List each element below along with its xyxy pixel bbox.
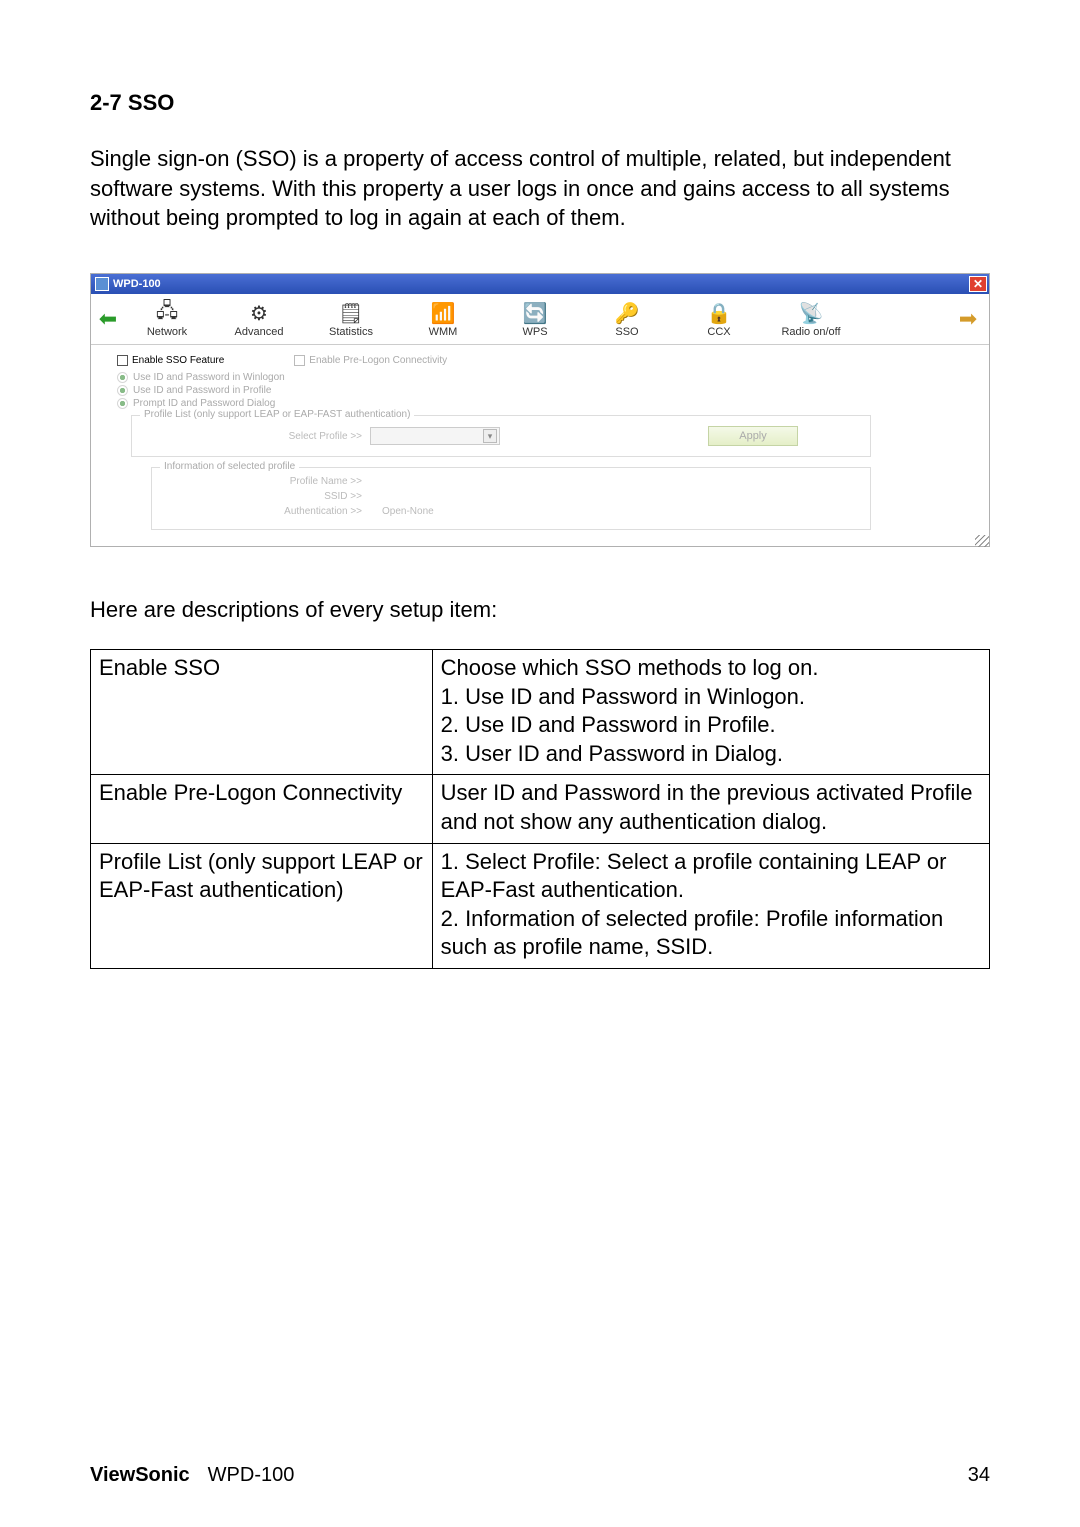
footer-model: WPD-100 — [208, 1464, 295, 1487]
table-cell: Profile List (only support LEAP or EAP-F… — [91, 843, 433, 968]
footer-brand: ViewSonic — [90, 1464, 190, 1487]
radio-icon — [117, 385, 128, 396]
radio-icon — [117, 398, 128, 409]
tab-label: Radio on/off — [781, 326, 840, 338]
tab-label: WPS — [522, 326, 547, 338]
apply-button[interactable]: Apply — [708, 426, 798, 446]
table-cell: 1. Select Profile: Select a profile cont… — [432, 843, 989, 968]
page-number: 34 — [968, 1464, 990, 1487]
advanced-icon: ⚙ — [245, 300, 273, 326]
statistics-icon: 🗒 — [337, 300, 365, 326]
info-fieldset: Information of selected profile Profile … — [151, 467, 871, 530]
auth-label: Authentication >> — [162, 506, 382, 517]
tab-sso[interactable]: 🔑 SSO — [581, 300, 673, 338]
radio-dialog[interactable]: Prompt ID and Password Dialog — [103, 398, 977, 409]
window-title: WPD-100 — [113, 278, 161, 290]
checkbox-label: Enable Pre-Logon Connectivity — [309, 355, 447, 366]
table-cell: Enable Pre-Logon Connectivity — [91, 775, 433, 843]
enable-sso-checkbox[interactable]: Enable SSO Feature — [117, 355, 224, 366]
enable-prelogon-checkbox[interactable]: Enable Pre-Logon Connectivity — [294, 355, 447, 366]
checkbox-icon — [117, 355, 128, 366]
radio-winlogon[interactable]: Use ID and Password in Winlogon — [103, 372, 977, 383]
network-icon: 🖧 — [153, 300, 181, 326]
fieldset-legend: Profile List (only support LEAP or EAP-F… — [140, 409, 414, 420]
radio-profile[interactable]: Use ID and Password in Profile — [103, 385, 977, 396]
checkbox-icon — [294, 355, 305, 366]
tab-ccx[interactable]: 🔒 CCX — [673, 300, 765, 338]
table-cell: Choose which SSO methods to log on. 1. U… — [432, 650, 989, 775]
wmm-icon: 📶 — [429, 300, 457, 326]
toolbar: ⬅ 🖧 Network ⚙ Advanced 🗒 Statistics 📶 WM… — [91, 294, 989, 345]
table-row: Enable Pre-Logon Connectivity User ID an… — [91, 775, 990, 843]
titlebar: WPD-100 ✕ — [91, 274, 989, 294]
select-profile-label: Select Profile >> — [142, 431, 362, 442]
descriptions-table: Enable SSO Choose which SSO methods to l… — [90, 649, 990, 969]
chevron-down-icon: ▾ — [483, 429, 497, 443]
sso-panel: Enable SSO Feature Enable Pre-Logon Conn… — [91, 345, 989, 546]
tab-label: WMM — [429, 326, 458, 338]
radio-label: Use ID and Password in Winlogon — [133, 372, 285, 383]
descriptions-intro: Here are descriptions of every setup ite… — [90, 597, 990, 623]
table-cell: Enable SSO — [91, 650, 433, 775]
app-icon — [95, 277, 109, 291]
tab-label: Advanced — [235, 326, 284, 338]
sso-icon: 🔑 — [613, 300, 641, 326]
page-footer: ViewSonic WPD-100 34 — [90, 1464, 990, 1487]
intro-paragraph: Single sign-on (SSO) is a property of ac… — [90, 144, 990, 233]
close-icon[interactable]: ✕ — [969, 276, 987, 292]
table-cell: User ID and Password in the previous act… — [432, 775, 989, 843]
table-row: Enable SSO Choose which SSO methods to l… — [91, 650, 990, 775]
tab-statistics[interactable]: 🗒 Statistics — [305, 300, 397, 338]
nav-forward-icon[interactable]: ➡ — [955, 306, 981, 332]
ssid-label: SSID >> — [162, 491, 382, 502]
resize-grip-icon[interactable] — [975, 535, 989, 547]
tab-label: CCX — [707, 326, 730, 338]
tab-advanced[interactable]: ⚙ Advanced — [213, 300, 305, 338]
tab-label: Statistics — [329, 326, 373, 338]
checkbox-label: Enable SSO Feature — [132, 355, 224, 366]
fieldset-legend: Information of selected profile — [160, 461, 299, 472]
select-profile-dropdown[interactable]: ▾ — [370, 427, 500, 445]
tab-network[interactable]: 🖧 Network — [121, 300, 213, 338]
tab-wps[interactable]: 🔄 WPS — [489, 300, 581, 338]
screenshot-window: WPD-100 ✕ ⬅ 🖧 Network ⚙ Advanced 🗒 Stati… — [90, 273, 990, 547]
tab-label: SSO — [615, 326, 638, 338]
ccx-icon: 🔒 — [705, 300, 733, 326]
profile-list-fieldset: Profile List (only support LEAP or EAP-F… — [131, 415, 871, 457]
tab-radio[interactable]: 📡 Radio on/off — [765, 300, 857, 338]
radio-icon: 📡 — [797, 300, 825, 326]
table-row: Profile List (only support LEAP or EAP-F… — [91, 843, 990, 968]
tab-wmm[interactable]: 📶 WMM — [397, 300, 489, 338]
radio-label: Use ID and Password in Profile — [133, 385, 271, 396]
wps-icon: 🔄 — [521, 300, 549, 326]
radio-label: Prompt ID and Password Dialog — [133, 398, 275, 409]
radio-icon — [117, 372, 128, 383]
nav-back-icon[interactable]: ⬅ — [95, 306, 121, 332]
auth-value: Open-None — [382, 506, 434, 517]
section-heading: 2-7 SSO — [90, 90, 990, 116]
profile-name-label: Profile Name >> — [162, 476, 382, 487]
tab-label: Network — [147, 326, 187, 338]
